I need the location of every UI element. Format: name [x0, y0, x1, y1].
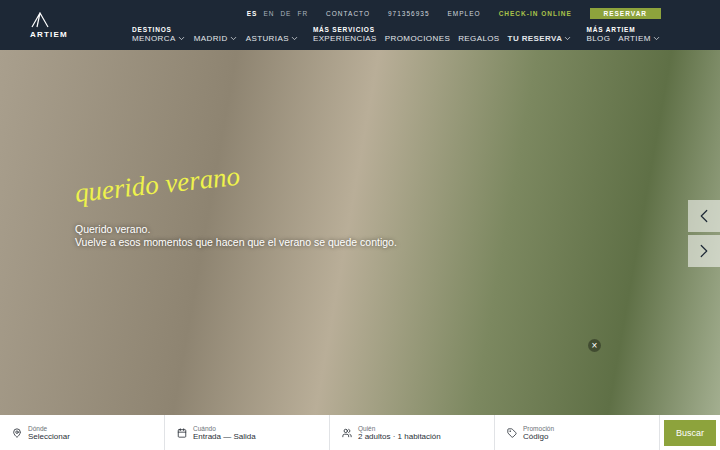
- nav-group-items: MENORCA MADRID ASTURIAS: [132, 34, 299, 43]
- hero-text: querido verano Querido verano.Vuelve a es…: [0, 50, 420, 249]
- language-list: ES EN DE FR: [247, 10, 308, 17]
- next-button[interactable]: [688, 235, 720, 267]
- search-field[interactable]: CuándoEntrada — Salida: [165, 415, 330, 450]
- chevron-down-icon: [177, 34, 186, 43]
- nav-group: MÁS ARTIEMBLOG ARTIEM: [586, 26, 660, 43]
- chevron-right-icon: [693, 240, 715, 262]
- nav-item[interactable]: MADRID: [194, 34, 238, 43]
- nav-group-items: BLOG ARTIEM: [586, 34, 660, 43]
- nav-item[interactable]: MENORCA: [132, 34, 186, 43]
- nav-item[interactable]: BLOG: [586, 34, 610, 43]
- checkin-link[interactable]: CHECK-IN ONLINE: [499, 10, 572, 17]
- top-link[interactable]: EMPLEO: [448, 10, 481, 17]
- nav-group: DESTINOSMENORCA MADRID ASTURIAS: [132, 26, 299, 43]
- nav-item[interactable]: REGALOS: [458, 34, 499, 43]
- search-field-value: 2 adultos · 1 habitación: [358, 432, 441, 441]
- language-item[interactable]: FR: [297, 10, 308, 17]
- users-icon: [342, 428, 352, 438]
- pin-icon: [12, 428, 22, 438]
- top-link[interactable]: CONTACTO: [326, 10, 370, 17]
- header: ARTIEM ES EN DE FR CONTACTO 971356935 EMPLEO CHE…: [0, 0, 720, 50]
- chevron-down-icon: [652, 34, 661, 43]
- chevron-left-icon: [693, 205, 715, 227]
- nav-item[interactable]: PROMOCIONES: [385, 34, 450, 43]
- search-field-label: Promoción: [523, 425, 554, 432]
- chevron-down-icon: [290, 34, 299, 43]
- logo[interactable]: ARTIEM: [30, 0, 132, 50]
- search-field[interactable]: PromociónCódigo: [495, 415, 660, 450]
- search-field-text: DóndeSeleccionar: [28, 425, 70, 441]
- chevron-down-icon: [563, 34, 572, 43]
- search-field-value: Seleccionar: [28, 432, 70, 441]
- nav-item[interactable]: TU RESERVA: [508, 34, 573, 43]
- logo-text: ARTIEM: [30, 30, 68, 39]
- nav-item[interactable]: ASTURIAS: [246, 34, 299, 43]
- search-field-text: Quién2 adultos · 1 habitación: [358, 425, 441, 441]
- nav-item[interactable]: EXPERIENCIAS: [313, 34, 377, 43]
- chevron-down-icon: [229, 34, 238, 43]
- nav-item[interactable]: ARTIEM: [618, 34, 660, 43]
- nav-group-title: DESTINOS: [132, 26, 299, 33]
- search-field-value: Entrada — Salida: [193, 432, 256, 441]
- hero: querido verano Querido verano.Vuelve a es…: [0, 50, 720, 450]
- logo-mark-icon: [30, 12, 50, 28]
- hero-subtitle: Vuelve a esos momentos que hacen que el …: [75, 236, 420, 249]
- search-field-label: Dónde: [28, 425, 70, 432]
- search-field[interactable]: DóndeSeleccionar: [0, 415, 165, 450]
- nav-group-title: MÁS ARTIEM: [586, 26, 660, 33]
- prev-button[interactable]: [688, 200, 720, 232]
- top-link[interactable]: 971356935: [388, 10, 430, 17]
- search-field-text: CuándoEntrada — Salida: [193, 425, 256, 441]
- search-field-text: PromociónCódigo: [523, 425, 554, 441]
- nav-group-items: EXPERIENCIAS PROMOCIONES REGALOS TU RESERVA: [313, 34, 573, 43]
- language-item[interactable]: DE: [280, 10, 291, 17]
- top-row: ES EN DE FR CONTACTO 971356935 EMPLEO CHECK-IN …: [132, 8, 661, 19]
- page: ARTIEM ES EN DE FR CONTACTO 971356935 EMPLEO CHE…: [0, 0, 720, 450]
- hero-title: Querido verano.: [75, 223, 420, 236]
- reserve-button[interactable]: RESERVAR: [590, 8, 661, 19]
- tag-icon: [507, 428, 517, 438]
- hero-lines: Querido verano.Vuelve a esos momentos qu…: [75, 223, 420, 249]
- nav-group: MÁS SERVICIOSEXPERIENCIAS PROMOCIONES REGA…: [313, 26, 573, 43]
- main-nav: DESTINOSMENORCA MADRID ASTURIAS MÁS SERVICI…: [132, 26, 661, 43]
- search-field-label: Cuándo: [193, 425, 256, 432]
- search-field-label: Quién: [358, 425, 441, 432]
- calendar-icon: [177, 428, 187, 438]
- search-field-value: Código: [523, 432, 554, 441]
- language-item[interactable]: ES: [247, 10, 258, 17]
- close-button[interactable]: ×: [588, 339, 601, 352]
- search-bar: DóndeSeleccionar CuándoEntrada — Salida Qu…: [0, 415, 720, 450]
- search-button[interactable]: Buscar: [664, 420, 716, 446]
- search-field[interactable]: Quién2 adultos · 1 habitación: [330, 415, 495, 450]
- carousel-arrows: [688, 200, 720, 267]
- hero-script: querido verano: [73, 142, 419, 209]
- nav-group-title: MÁS SERVICIOS: [313, 26, 573, 33]
- nav-area: ES EN DE FR CONTACTO 971356935 EMPLEO CHECK-IN …: [132, 0, 661, 50]
- language-item[interactable]: EN: [263, 10, 274, 17]
